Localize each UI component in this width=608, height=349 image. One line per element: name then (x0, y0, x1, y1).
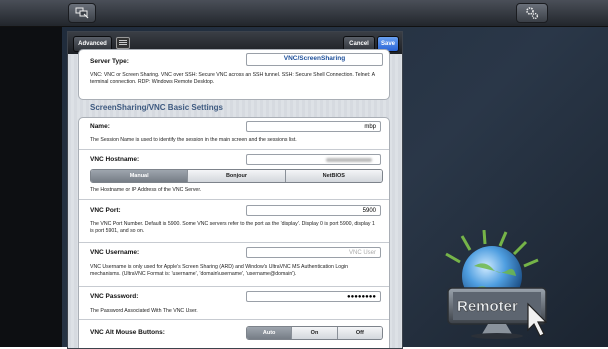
basic-settings-card: Name: mbp The Session Name is used to id… (78, 117, 390, 348)
device-bezel (0, 27, 62, 347)
hostname-label: VNC Hostname: (90, 156, 140, 163)
password-label: VNC Password: (90, 293, 139, 300)
top-toolbar (0, 0, 608, 27)
port-field[interactable]: 5900 (246, 205, 381, 216)
divider (79, 286, 389, 287)
username-description: VNC Username is only used for Apple's Sc… (90, 264, 349, 277)
alt-mouse-segmented-control[interactable]: Auto On Off (246, 326, 383, 340)
logo-text: Remoter (457, 298, 518, 315)
segment-bonjour[interactable]: Bonjour (188, 170, 286, 182)
sessions-button[interactable] (68, 3, 96, 23)
password-description: The Password Associated With The VNC Use… (90, 308, 198, 314)
hostname-field[interactable] (246, 154, 381, 165)
username-label: VNC Username: (90, 249, 140, 256)
segment-netbios[interactable]: NetBIOS (285, 170, 382, 182)
divider (79, 199, 389, 200)
server-type-label: Server Type: (90, 58, 129, 65)
username-field[interactable]: VNC User (246, 247, 381, 258)
segment-off[interactable]: Off (337, 327, 382, 339)
session-settings-panel: Advanced Cancel Save Server Type: VNC/Sc… (67, 31, 403, 349)
name-description: The Session Name is used to identify the… (90, 137, 297, 143)
segment-on[interactable]: On (292, 327, 338, 339)
password-field[interactable]: ●●●●●●●● (246, 291, 381, 302)
app-logo: Remoter (440, 229, 558, 340)
name-label: Name: (90, 123, 110, 130)
segment-manual[interactable]: Manual (91, 170, 189, 182)
keyboard-icon[interactable] (116, 37, 130, 49)
section-title: ScreenSharing/VNC Basic Settings (90, 103, 223, 112)
settings-scroll-area[interactable]: Server Type: VNC/ScreenSharing VNC: VNC … (68, 49, 402, 348)
server-type-value[interactable]: VNC/ScreenSharing (246, 53, 383, 66)
divider (79, 149, 389, 150)
server-type-card: Server Type: VNC/ScreenSharing VNC: VNC … (78, 49, 390, 100)
alt-mouse-label: VNC Alt Mouse Buttons: (90, 329, 165, 336)
blurred-hostname (326, 158, 372, 162)
divider (79, 242, 389, 243)
settings-button[interactable] (516, 3, 548, 23)
segment-auto[interactable]: Auto (247, 327, 293, 339)
remote-screens-icon (75, 7, 89, 19)
server-type-description: VNC: VNC or Screen Sharing. VNC over SSH… (90, 72, 375, 85)
hostname-mode-segmented-control[interactable]: Manual Bonjour NetBIOS (90, 169, 383, 183)
gear-icon (526, 7, 539, 20)
hostname-description: The Hostname or IP Address of the VNC Se… (90, 187, 202, 193)
divider (79, 319, 389, 320)
port-description: The VNC Port Number. Default is 5900. So… (90, 221, 375, 234)
name-field[interactable]: mbp (246, 121, 381, 132)
port-label: VNC Port: (90, 207, 121, 214)
globe-monitor-cursor-icon: Remoter (445, 229, 548, 339)
